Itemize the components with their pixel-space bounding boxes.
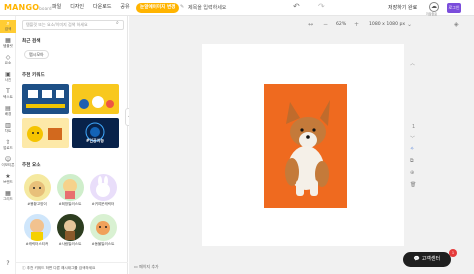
redo-icon[interactable]: ↷ [318, 2, 325, 11]
chart-icon: ▥ [5, 122, 11, 129]
nav-text[interactable]: T 텍스트 [0, 88, 16, 100]
element-circle-4[interactable] [24, 214, 51, 241]
nav-search[interactable]: ⌕ 검색 [0, 20, 16, 33]
rabbit-illustration [96, 176, 110, 197]
chat-icon: 💬 [413, 256, 422, 262]
minus-icon[interactable]: − [323, 21, 328, 28]
customer-center-button[interactable]: 💬 고객센터 [403, 252, 451, 267]
recommend-element-title: 추천 요소 [22, 163, 41, 168]
nav-brand[interactable]: ★ 브랜드 [0, 173, 16, 185]
thumb-3-illustration [27, 126, 62, 142]
notification-badge: 1 [449, 249, 457, 257]
character-sticker-illustration [30, 219, 44, 241]
layers-icon[interactable]: ◈ [454, 21, 459, 28]
menu-download[interactable]: 다운로드 [93, 3, 111, 10]
element-label-4: #캐릭터스티커 [25, 242, 49, 246]
background-icon: ▤ [5, 105, 11, 112]
photo-icon: ▣ [5, 71, 11, 78]
template-icon: ▦ [5, 37, 11, 44]
copy-icon[interactable]: ⧉ [410, 158, 414, 164]
animal-illustration [96, 221, 110, 235]
keyword-thumb-4[interactable]: #인공지능 [72, 118, 119, 148]
recent-search-chip[interactable]: 펩시모아 [24, 50, 49, 59]
search-icon[interactable]: ⌕ [116, 20, 119, 26]
menu-file[interactable]: 파일 [52, 3, 61, 10]
element-circle-1[interactable] [24, 174, 51, 201]
add-page-button[interactable]: ▭ 페이지 추가 [134, 264, 159, 270]
undo-icon[interactable]: ↶ [293, 2, 300, 11]
workarea-toolbar: ↔ − 62% + 1080 x 1080 px ⌄ ◈ [129, 16, 474, 34]
element-label-1: #봉황고양이 [27, 202, 47, 206]
chevron-down-icon[interactable]: ⌄ [407, 21, 412, 28]
add-circle-icon[interactable]: ⊕ [410, 170, 414, 176]
nav-grid[interactable]: ▦ 그리드 [0, 190, 16, 202]
person-illustration [64, 220, 76, 240]
search-input[interactable]: 템플릿 또는 요소/이미지 검색 하세요 [22, 20, 124, 30]
element-label-5: #사람일러스트 [58, 242, 82, 246]
element-circle-5[interactable] [57, 214, 84, 241]
dog-photo[interactable] [264, 84, 347, 208]
pencil-icon: ✎ [180, 4, 185, 10]
zoom-level[interactable]: 62% [336, 22, 346, 27]
element-label-2: #희망일러스트 [58, 202, 82, 206]
left-nav: ⌕ 검색 ▦ 템플릿 ◇ 요소 ▣ 사진 T 텍스트 ▤ 배경 ▥ 차트 ⇧ 업로드 ☺ 이모티콘… [0, 16, 16, 274]
keyword-thumb-1[interactable] [22, 84, 69, 114]
brand-icon: ★ [5, 173, 11, 180]
recommend-keyword-title: 추천 키워드 [22, 73, 45, 78]
nav-photo[interactable]: ▣ 사진 [0, 71, 16, 83]
cloud-icon[interactable]: ☁ [429, 2, 439, 12]
arrow-icon[interactable]: ↔ [308, 21, 313, 28]
search-icon: ⌕ [6, 20, 10, 27]
element-label-6: #동물일러스트 [91, 242, 115, 246]
thumb-4-label: #인공지능 [86, 138, 105, 143]
page-number: 1 [412, 124, 416, 130]
keyword-thumb-2[interactable] [72, 84, 119, 114]
main-menu: 파일 디자인 다운로드 공유 인쇄 [52, 3, 148, 10]
delete-icon[interactable]: 🗑 [410, 182, 416, 188]
top-bar: MANGOboard 파일 디자인 다운로드 공유 인쇄 눈앞에이미지 변경 ✎… [0, 0, 474, 16]
element-circle-2[interactable] [57, 174, 84, 201]
login-button[interactable]: 로그인 [447, 3, 461, 13]
magic-wand-icon[interactable]: ✧ [410, 146, 414, 152]
canvas-size[interactable]: 1080 x 1080 px [369, 22, 405, 27]
thumb-2-illustration [79, 96, 114, 109]
plus-icon[interactable]: + [354, 21, 359, 28]
nav-chart[interactable]: ▥ 차트 [0, 122, 16, 134]
nav-background[interactable]: ▤ 배경 [0, 105, 16, 117]
emoticon-icon: ☺ [4, 156, 12, 163]
question-icon: ? [6, 260, 10, 267]
document-title[interactable]: 제목을 입력하세요 [188, 4, 226, 11]
logo[interactable]: MANGOboard [4, 3, 52, 12]
element-circle-3[interactable] [90, 174, 117, 201]
save-status[interactable]: 저장하기 완료 [388, 4, 417, 11]
girl-illustration [63, 179, 77, 199]
search-panel: 템플릿 또는 요소/이미지 검색 하세요 ⌕ 최근 검색 펩시모아 추천 키워드… [16, 16, 128, 274]
upload-icon: ⇧ [5, 139, 11, 146]
grid-icon: ▦ [5, 190, 11, 197]
cat-illustration [29, 181, 45, 197]
text-icon: T [6, 88, 10, 95]
nav-elements[interactable]: ◇ 요소 [0, 54, 16, 66]
up-arrow-icon[interactable]: ︿ [410, 60, 415, 67]
change-template-button[interactable]: 눈앞에이미지 변경 [136, 3, 180, 13]
corgi-illustration [285, 100, 330, 196]
nav-upload[interactable]: ⇧ 업로드 [0, 139, 16, 151]
recent-search-title: 최근 검색 [22, 39, 41, 44]
shapes-icon: ◇ [5, 54, 11, 61]
nav-emoticon[interactable]: ☺ 이모티콘 [0, 156, 16, 168]
thumb-1-illustration [26, 90, 65, 108]
panel-notice: ⓘ 추천 키워드 하면 다른 해시태그를 검색하세요 [16, 262, 128, 274]
element-label-3: #귀여운캐릭터 [91, 202, 115, 206]
keyword-thumb-3[interactable] [22, 118, 69, 148]
down-arrow-icon[interactable]: ﹀ [410, 135, 415, 142]
menu-design[interactable]: 디자인 [70, 3, 84, 10]
element-circle-6[interactable] [90, 214, 117, 241]
help-nav-icon[interactable]: ? [0, 260, 16, 267]
nav-template[interactable]: ▦ 템플릿 [0, 37, 16, 49]
menu-share[interactable]: 공유 [120, 3, 129, 10]
